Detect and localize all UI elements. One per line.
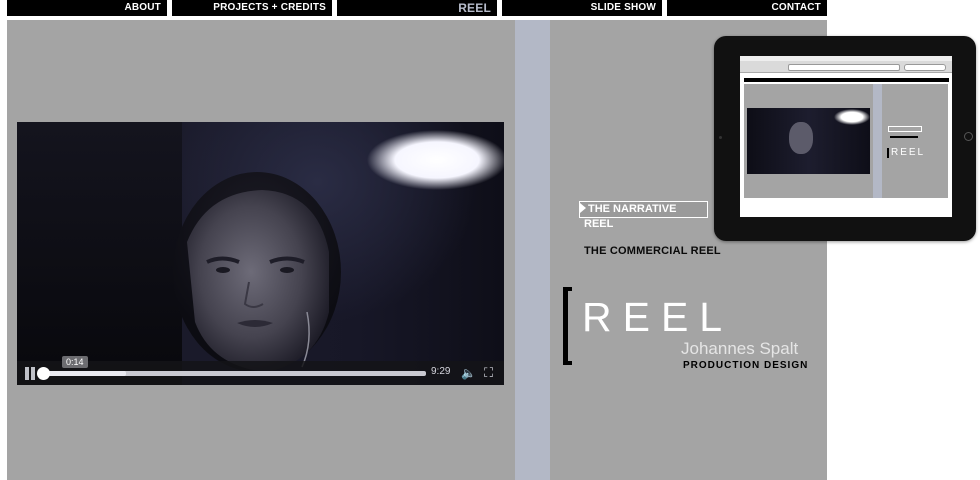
- video-player[interactable]: 0:14 9:29 🔈 ⛶: [17, 122, 504, 385]
- play-triangle-icon: [580, 203, 586, 213]
- volume-icon[interactable]: 🔈: [461, 366, 476, 380]
- nav-contact[interactable]: CONTACT: [667, 0, 827, 16]
- logo-title: REEL: [582, 294, 734, 340]
- ipad-screen: REEL: [740, 56, 952, 217]
- logo-subtitle: PRODUCTION DESIGN: [683, 360, 809, 371]
- progress-knob[interactable]: [37, 367, 50, 380]
- video-controls: 0:14 9:29 🔈 ⛶: [17, 356, 504, 385]
- top-nav: ABOUT PROJECTS + CREDITS REEL SLIDE SHOW…: [0, 0, 830, 17]
- panel-divider: [515, 20, 550, 480]
- nav-reel[interactable]: REEL: [337, 0, 497, 16]
- ipad-mockup-image: REEL: [714, 36, 976, 241]
- current-time: 0:14: [62, 356, 88, 368]
- video-frame: [17, 122, 504, 385]
- nav-projects-credits[interactable]: PROJECTS + CREDITS: [172, 0, 332, 16]
- logo-name: Johannes Spalt: [681, 339, 799, 358]
- nav-about[interactable]: ABOUT: [7, 0, 167, 16]
- nav-slide-show[interactable]: SLIDE SHOW: [502, 0, 662, 16]
- progress-bar[interactable]: 0:14: [37, 356, 426, 380]
- duration: 9:29: [431, 366, 451, 377]
- commercial-reel-link[interactable]: THE COMMERCIAL REEL: [584, 245, 721, 257]
- woman-face-image: [173, 172, 341, 372]
- home-button-icon: [964, 132, 973, 141]
- fullscreen-icon[interactable]: ⛶: [484, 365, 493, 381]
- narrative-reel-link[interactable]: THE NARRATIVE REEL: [579, 201, 708, 230]
- progress-fill: [41, 371, 126, 376]
- logo-bracket: [563, 287, 572, 365]
- pause-icon[interactable]: [25, 367, 29, 380]
